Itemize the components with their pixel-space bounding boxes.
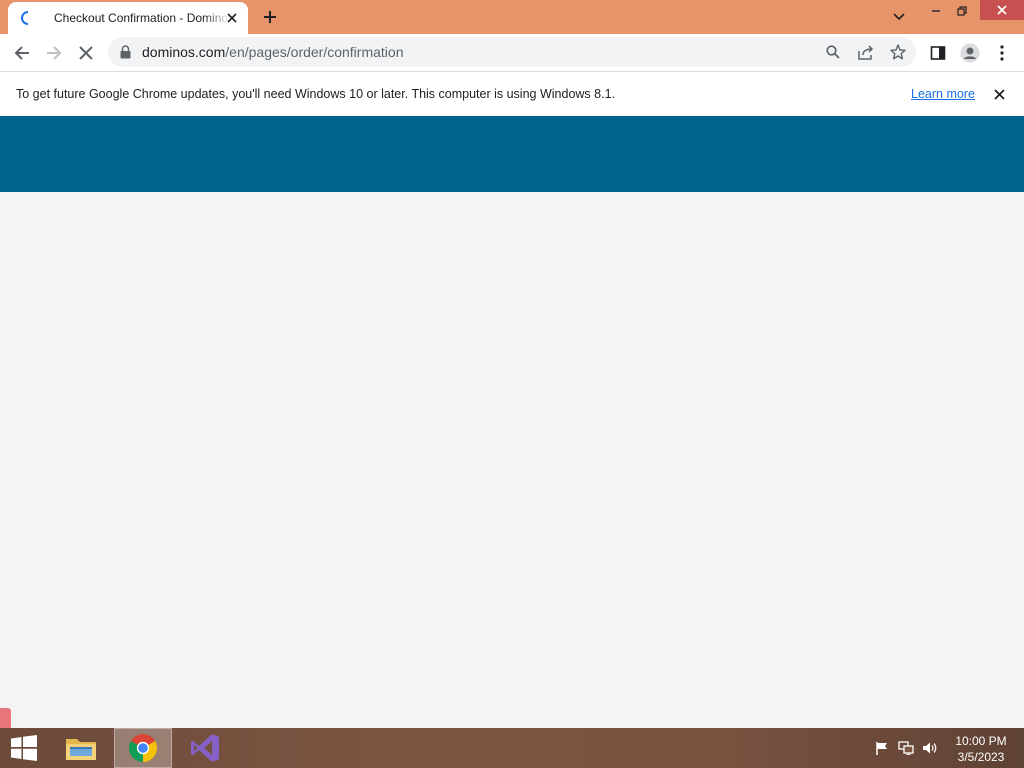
learn-more-link[interactable]: Learn more — [911, 87, 975, 101]
new-tab-icon[interactable] — [260, 7, 280, 27]
close-tab-icon[interactable] — [224, 10, 240, 26]
side-panel-icon[interactable] — [926, 41, 950, 65]
browser-titlebar: Checkout Confirmation - Domino's — [0, 0, 1024, 34]
bookmark-star-icon[interactable] — [889, 43, 907, 61]
lock-icon[interactable] — [118, 44, 132, 60]
tab-title: Checkout Confirmation - Domino's — [54, 11, 230, 25]
windows-taskbar: 10:00 PM 3/5/2023 — [0, 728, 1024, 768]
action-center-flag-icon[interactable] — [874, 740, 890, 756]
window-close-icon[interactable] — [980, 0, 1024, 20]
update-infobar: To get future Google Chrome updates, you… — [0, 71, 1024, 116]
url-text: dominos.com/en/pages/order/confirmation — [142, 44, 403, 60]
infobar-close-icon[interactable] — [991, 86, 1007, 102]
tab-search-chevron-icon[interactable] — [888, 6, 910, 28]
infobar-message: To get future Google Chrome updates, you… — [16, 87, 615, 101]
loading-spinner-icon — [20, 10, 36, 26]
page-content-area — [0, 192, 1024, 728]
folder-icon — [66, 739, 96, 760]
profile-avatar-icon[interactable] — [958, 41, 982, 65]
network-icon[interactable] — [898, 740, 914, 756]
volume-icon[interactable] — [922, 740, 938, 756]
minimize-icon[interactable] — [924, 0, 948, 22]
chrome-logo-icon — [129, 734, 157, 762]
browser-toolbar: dominos.com/en/pages/order/confirmation — [0, 34, 1024, 71]
taskbar-clock[interactable]: 10:00 PM 3/5/2023 — [948, 733, 1014, 765]
back-arrow-icon[interactable] — [10, 41, 34, 65]
zoom-search-icon[interactable] — [824, 43, 842, 61]
stop-loading-icon[interactable] — [74, 41, 98, 65]
clock-time: 10:00 PM — [955, 734, 1007, 748]
site-header-bar — [0, 116, 1024, 192]
visual-studio-icon — [191, 734, 219, 762]
share-icon[interactable] — [857, 43, 875, 61]
windows-logo-icon — [11, 735, 37, 761]
clock-date: 3/5/2023 — [957, 750, 1005, 764]
browser-tab[interactable]: Checkout Confirmation - Domino's — [8, 2, 248, 34]
menu-kebab-icon[interactable] — [990, 41, 1014, 65]
chrome-taskbar-button[interactable] — [114, 728, 172, 768]
url-path: /en/pages/order/confirmation — [225, 44, 404, 60]
restore-icon[interactable] — [950, 0, 974, 22]
visual-studio-taskbar-button[interactable] — [178, 728, 232, 768]
address-bar[interactable]: dominos.com/en/pages/order/confirmation — [108, 37, 916, 67]
file-explorer-taskbar-button[interactable] — [58, 728, 104, 768]
feedback-tab[interactable] — [0, 708, 11, 728]
url-host: dominos.com — [142, 44, 226, 60]
forward-arrow-icon[interactable] — [42, 41, 66, 65]
start-button[interactable] — [0, 728, 48, 768]
